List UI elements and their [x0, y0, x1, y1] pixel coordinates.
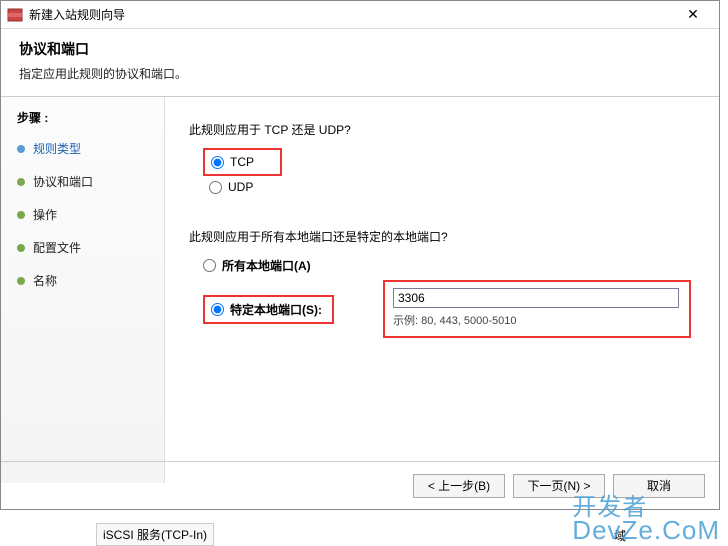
all-ports-row: 所有本地端口(A)	[203, 255, 691, 276]
port-section: 此规则应用于所有本地端口还是特定的本地端口? 所有本地端口(A)	[189, 228, 691, 338]
bullet-icon	[17, 277, 25, 285]
step-label: 操作	[33, 206, 57, 223]
titlebar: 新建入站规则向导 ✕	[1, 1, 719, 29]
radio-all-ports-label: 所有本地端口(A)	[222, 257, 311, 274]
step-label: 名称	[33, 272, 57, 289]
step-label: 配置文件	[33, 239, 81, 256]
step-action[interactable]: 操作	[17, 206, 164, 223]
radio-specific-ports[interactable]: 特定本地端口(S):	[211, 301, 322, 318]
watermark-line2: DevZe.CoM	[572, 519, 720, 542]
step-label: 协议和端口	[33, 173, 93, 190]
radio-udp-input[interactable]	[209, 181, 222, 194]
radio-tcp-input[interactable]	[211, 156, 224, 169]
radio-tcp[interactable]: TCP	[211, 155, 254, 169]
port-input[interactable]	[393, 288, 679, 308]
bullet-icon	[17, 244, 25, 252]
back-button[interactable]: < 上一步(B)	[413, 474, 505, 498]
question-protocol: 此规则应用于 TCP 还是 UDP?	[189, 121, 691, 138]
bullet-icon	[17, 178, 25, 186]
port-example-text: 示例: 80, 443, 5000-5010	[393, 312, 679, 328]
step-protocol-port[interactable]: 协议和端口	[17, 173, 164, 190]
next-button[interactable]: 下一页(N) >	[513, 474, 605, 498]
radio-udp-label: UDP	[228, 180, 253, 194]
radio-udp[interactable]: UDP	[209, 180, 691, 194]
specific-ports-highlight-box: 特定本地端口(S):	[203, 295, 334, 324]
radio-all-ports[interactable]: 所有本地端口(A)	[203, 257, 383, 274]
radio-all-ports-input[interactable]	[203, 259, 216, 272]
specific-ports-row: 特定本地端口(S): 示例: 80, 443, 5000-5010	[203, 280, 691, 338]
step-label: 规则类型	[33, 140, 81, 157]
cancel-button[interactable]: 取消	[613, 474, 705, 498]
step-name[interactable]: 名称	[17, 272, 164, 289]
page-title: 协议和端口	[19, 39, 701, 59]
tcp-highlight-box: TCP	[203, 148, 282, 176]
window-title: 新建入站规则向导	[29, 6, 673, 23]
steps-sidebar: 步骤 : 规则类型 协议和端口 操作 配置文件 名称	[1, 97, 165, 483]
background-col: 域	[614, 527, 626, 544]
background-row: iSCSI 服务(TCP-In)	[96, 523, 214, 546]
page-subtitle: 指定应用此规则的协议和端口。	[19, 65, 701, 82]
wizard-content: 此规则应用于 TCP 还是 UDP? TCP UDP 此规则应用于所有本地端口还…	[165, 97, 719, 483]
port-grid: 所有本地端口(A) 特定本地端口(S):	[203, 255, 691, 338]
wizard-body: 步骤 : 规则类型 协议和端口 操作 配置文件 名称 此	[1, 97, 719, 483]
question-ports: 此规则应用于所有本地端口还是特定的本地端口?	[189, 228, 691, 245]
wizard-footer: < 上一步(B) 下一页(N) > 取消	[1, 461, 719, 509]
page-header: 协议和端口 指定应用此规则的协议和端口。	[1, 29, 719, 97]
step-profile[interactable]: 配置文件	[17, 239, 164, 256]
firewall-icon	[7, 7, 23, 23]
radio-specific-ports-input[interactable]	[211, 303, 224, 316]
wizard-window: 新建入站规则向导 ✕ 协议和端口 指定应用此规则的协议和端口。 步骤 : 规则类…	[0, 0, 720, 510]
step-rule-type[interactable]: 规则类型	[17, 140, 164, 157]
steps-label: 步骤 :	[17, 109, 164, 126]
radio-specific-ports-label: 特定本地端口(S):	[230, 301, 322, 318]
bullet-icon	[17, 145, 25, 153]
close-button[interactable]: ✕	[673, 1, 713, 28]
port-input-highlight-box: 示例: 80, 443, 5000-5010	[383, 280, 691, 338]
bullet-icon	[17, 211, 25, 219]
radio-tcp-label: TCP	[230, 155, 254, 169]
